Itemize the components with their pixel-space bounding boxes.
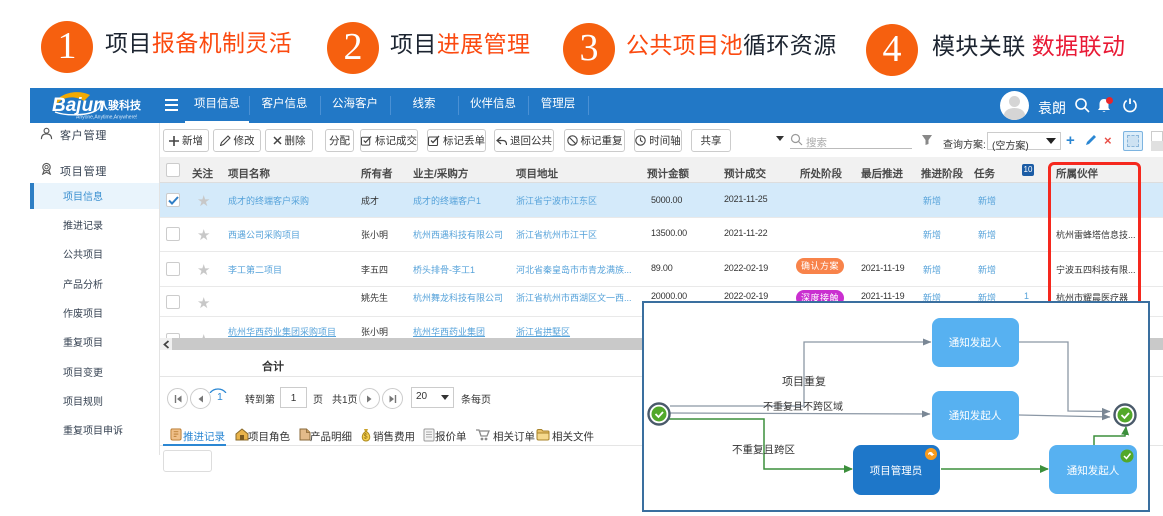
svg-text:不重复且跨区: 不重复且跨区 — [732, 443, 795, 456]
svg-text:通知发起人: 通知发起人 — [949, 336, 1002, 349]
svg-text:项目重复: 项目重复 — [782, 374, 826, 388]
svg-text:八骏科技: 八骏科技 — [96, 98, 142, 112]
svg-text:不重复且不跨区域: 不重复且不跨区域 — [763, 400, 843, 413]
svg-text:Anyone,Anytime,Anywhere!: Anyone,Anytime,Anywhere! — [76, 115, 137, 121]
svg-text:项目管理员: 项目管理员 — [870, 464, 923, 477]
svg-text:$: $ — [364, 434, 368, 441]
svg-text:通知发起人: 通知发起人 — [949, 409, 1002, 422]
svg-text:通知发起人: 通知发起人 — [1067, 464, 1120, 477]
